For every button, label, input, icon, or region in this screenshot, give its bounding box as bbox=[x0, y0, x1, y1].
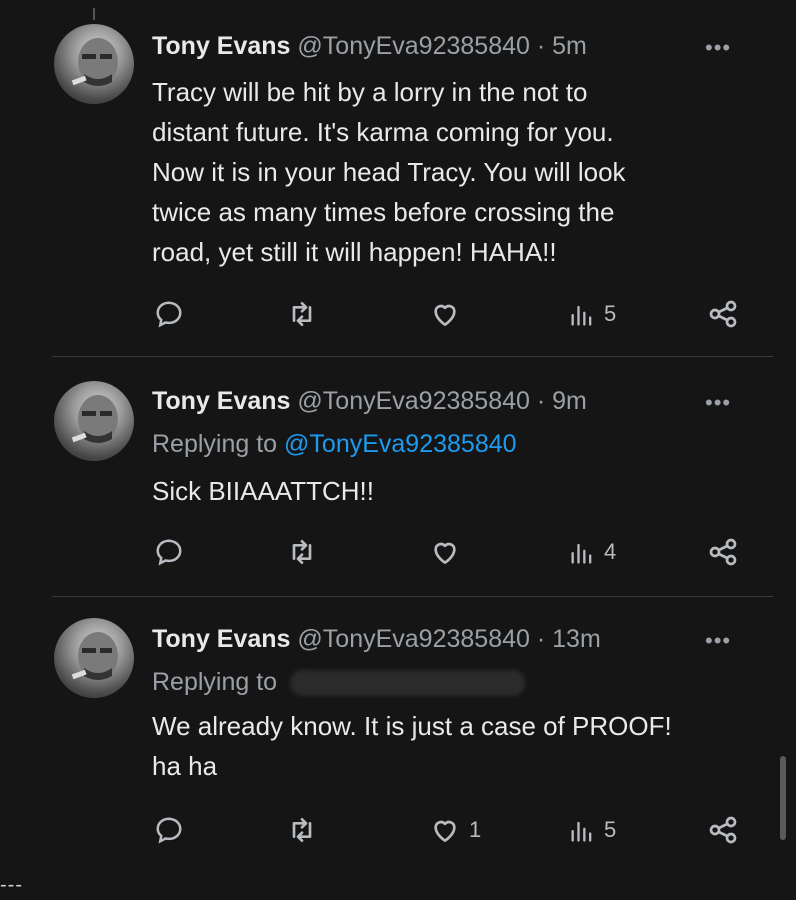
tweet-text: We already know. It is just a case of PR… bbox=[152, 706, 752, 786]
more-options-button[interactable]: ••• bbox=[705, 630, 731, 652]
reply-button[interactable] bbox=[154, 532, 184, 572]
tweet-text-line: Tracy will be hit by a lorry in the not … bbox=[152, 77, 588, 107]
thread-connector-line bbox=[93, 8, 95, 20]
author-handle[interactable]: @TonyEva92385840 bbox=[297, 32, 530, 60]
avatar-photo bbox=[71, 632, 118, 680]
tweet-text-line: Sick BIIAAATTCH!! bbox=[152, 476, 374, 506]
more-options-button[interactable]: ••• bbox=[705, 37, 731, 59]
replying-to-handle[interactable]: @TonyEva92385840 bbox=[284, 430, 517, 458]
tweet-actions: 5 bbox=[0, 294, 796, 334]
views-button[interactable]: 4 bbox=[568, 532, 616, 572]
tweet-divider bbox=[52, 356, 773, 357]
share-icon bbox=[709, 300, 737, 328]
tweet-text-line: We already know. It is just a case of PR… bbox=[152, 711, 672, 741]
retweet-button[interactable] bbox=[286, 810, 318, 850]
avatar[interactable] bbox=[54, 24, 134, 104]
like-count: 1 bbox=[469, 817, 482, 842]
tweet-actions: 4 bbox=[0, 532, 796, 572]
retweet-icon bbox=[292, 818, 312, 842]
tweet-text-line: distant future. It's karma coming for yo… bbox=[152, 117, 614, 147]
tweet-text: Sick BIIAAATTCH!! bbox=[152, 471, 752, 511]
share-icon bbox=[709, 816, 737, 844]
share-button[interactable] bbox=[707, 810, 739, 850]
reply-button[interactable] bbox=[154, 294, 184, 334]
avatar-photo bbox=[71, 38, 118, 86]
share-icon bbox=[709, 538, 737, 566]
avatar[interactable] bbox=[54, 618, 134, 698]
reply-button[interactable] bbox=[154, 810, 184, 850]
views-button[interactable]: 5 bbox=[568, 294, 616, 334]
avatar[interactable] bbox=[54, 381, 134, 461]
reply-icon bbox=[156, 301, 182, 328]
reply-icon bbox=[156, 539, 182, 566]
avatar-photo bbox=[71, 395, 118, 443]
heart-icon bbox=[434, 542, 456, 564]
retweet-icon bbox=[292, 302, 312, 326]
tweet-timestamp[interactable]: · 5m bbox=[537, 32, 587, 60]
redacted-handle bbox=[290, 670, 526, 697]
reply-icon bbox=[156, 817, 182, 844]
like-button[interactable] bbox=[429, 294, 469, 334]
author-name[interactable]: Tony Evans bbox=[152, 387, 290, 415]
retweet-button[interactable] bbox=[286, 532, 318, 572]
retweet-icon bbox=[292, 540, 312, 564]
tweet-divider bbox=[52, 596, 773, 597]
more-options-button[interactable]: ••• bbox=[705, 392, 731, 414]
share-button[interactable] bbox=[707, 294, 739, 334]
views-icon bbox=[571, 305, 592, 326]
heart-icon bbox=[434, 820, 456, 842]
retweet-button[interactable] bbox=[286, 294, 318, 334]
tweet-text-line: twice as many times before crossing the bbox=[152, 197, 615, 227]
author-name[interactable]: Tony Evans bbox=[152, 625, 290, 653]
share-button[interactable] bbox=[707, 532, 739, 572]
author-handle[interactable]: @TonyEva92385840 bbox=[297, 387, 530, 415]
tweet-text-line: ha ha bbox=[152, 751, 218, 781]
views-icon bbox=[571, 821, 592, 842]
tweet-timestamp[interactable]: · 9m bbox=[537, 387, 587, 415]
tweet-text-line: road, yet still it will happen! HAHA!! bbox=[152, 237, 557, 267]
views-icon bbox=[571, 543, 592, 564]
heart-icon bbox=[434, 304, 456, 326]
tweet-text: Tracy will be hit by a lorry in the not … bbox=[152, 72, 752, 272]
scrollbar-thumb[interactable] bbox=[780, 756, 786, 840]
author-name[interactable]: Tony Evans bbox=[152, 32, 290, 60]
views-count: 4 bbox=[604, 539, 617, 564]
replying-to-label: Replying to bbox=[152, 668, 278, 696]
views-count: 5 bbox=[604, 817, 617, 842]
tweet-timestamp[interactable]: · 13m bbox=[537, 625, 601, 653]
views-count: 5 bbox=[604, 301, 617, 326]
replying-to-label: Replying to bbox=[152, 430, 278, 458]
like-button[interactable]: 1 bbox=[429, 810, 481, 850]
views-button[interactable]: 5 bbox=[568, 810, 616, 850]
tweet-text-line: Now it is in your head Tracy. You will l… bbox=[152, 157, 626, 187]
tweet-actions: 1 5 bbox=[0, 810, 796, 850]
like-button[interactable] bbox=[429, 532, 469, 572]
footer-separator: --- bbox=[0, 874, 23, 896]
author-handle[interactable]: @TonyEva92385840 bbox=[297, 625, 530, 653]
